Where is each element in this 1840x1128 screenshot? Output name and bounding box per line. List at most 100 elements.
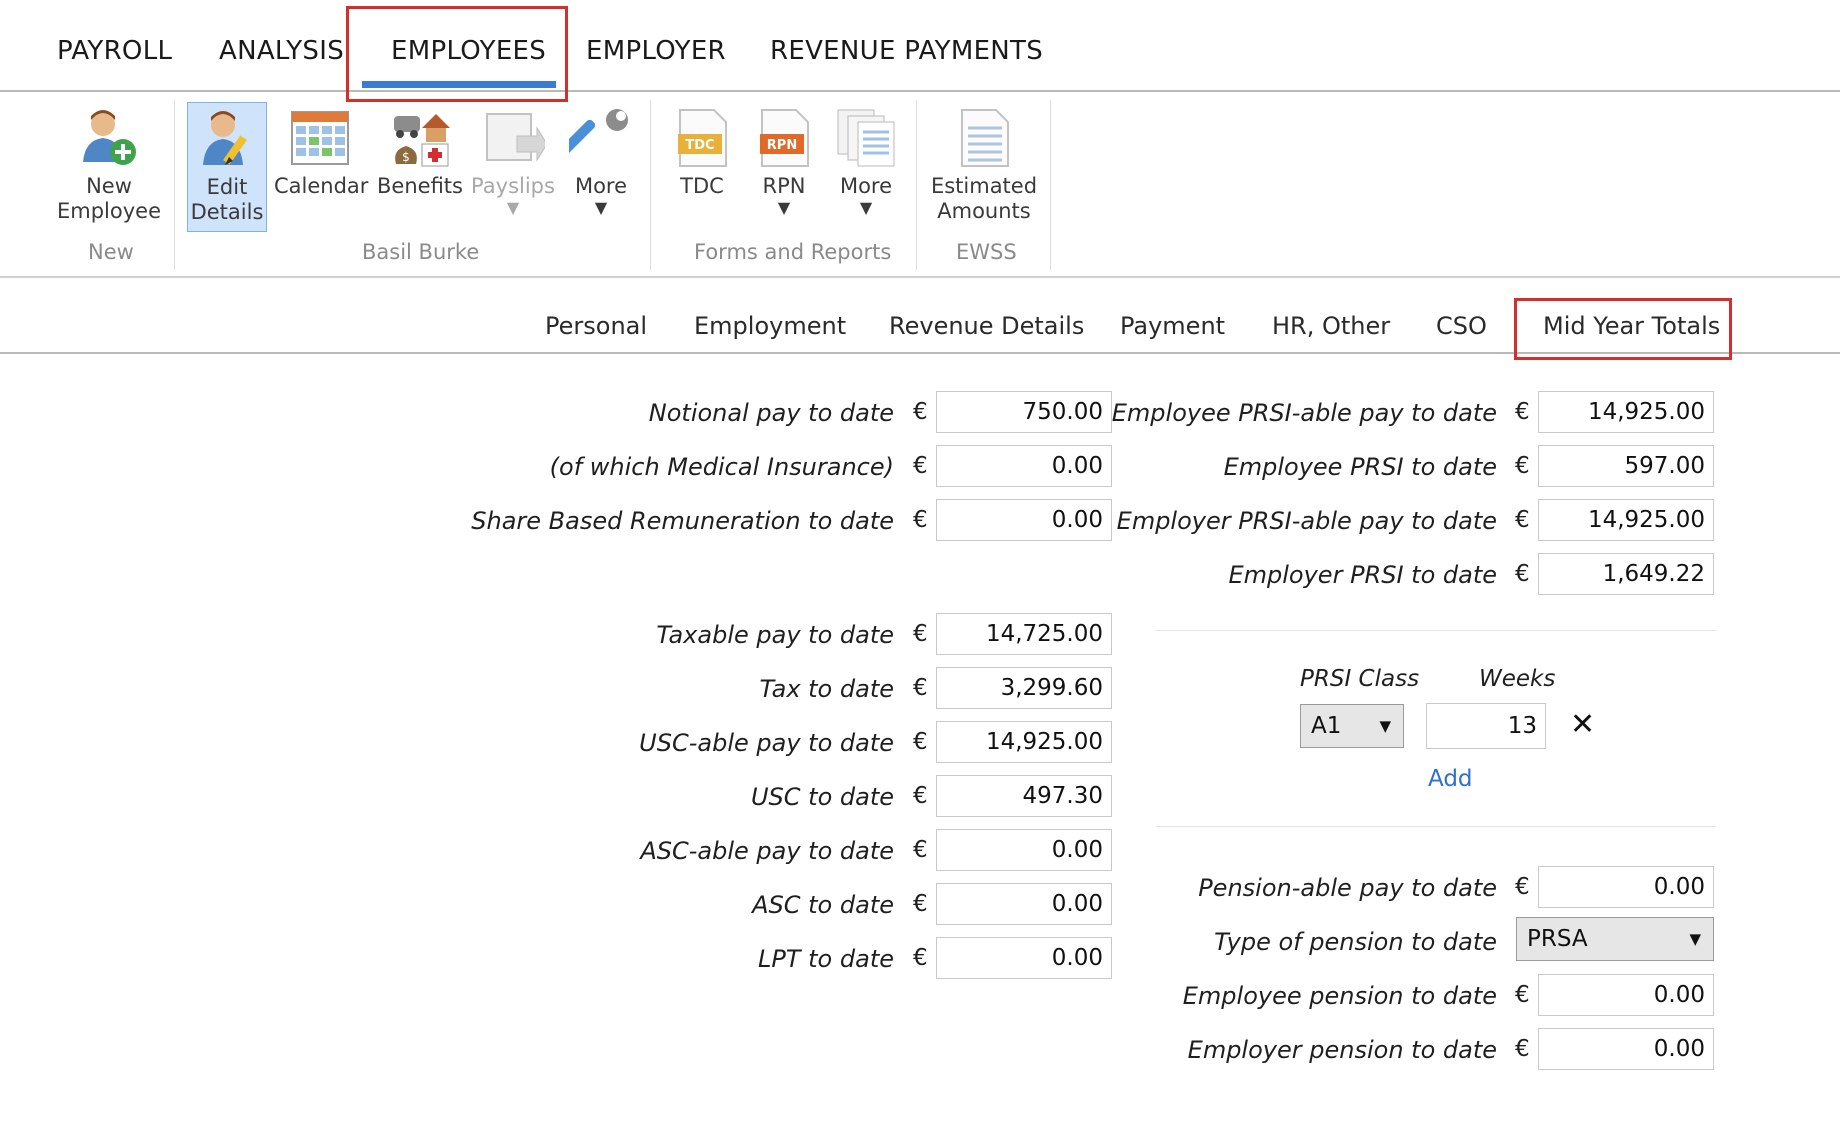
field-label: USC-able pay to date — [639, 729, 894, 757]
field-label: Tax to date — [759, 675, 894, 703]
euro-symbol: € — [1515, 561, 1530, 587]
add-prsi-class-link[interactable]: Add — [1428, 766, 1473, 792]
group-label-basil-burke: Basil Burke — [362, 240, 480, 264]
field-label: Employee PRSI-able pay to date — [1111, 399, 1497, 427]
euro-symbol: € — [1515, 982, 1530, 1008]
prsi-class-header: PRSI Class — [1300, 666, 1420, 692]
more-label-2: More — [839, 174, 893, 198]
payslips-button[interactable]: Payslips ▼ — [470, 106, 556, 217]
tab-cso[interactable]: CSO — [1436, 312, 1487, 340]
payslips-label: Payslips — [471, 174, 555, 198]
employer-pension-input[interactable]: 0.00 — [1538, 1028, 1714, 1070]
asc-able-pay-input[interactable]: 0.00 — [936, 829, 1112, 871]
svg-text:TDC: TDC — [685, 138, 714, 153]
notional-pay-input[interactable]: 750.00 — [936, 391, 1112, 433]
calendar-icon — [288, 106, 352, 170]
weeks-header: Weeks — [1479, 666, 1556, 692]
group-label-ewss: EWSS — [956, 240, 1017, 264]
field-label: Employer PRSI to date — [1228, 561, 1497, 589]
field-label: LPT to date — [758, 945, 894, 973]
tdc-button[interactable]: TDC TDC — [664, 106, 740, 199]
benefits-label: Benefits — [377, 174, 463, 198]
share-based-remuneration-input[interactable]: 0.00 — [936, 499, 1112, 541]
euro-symbol: € — [1515, 507, 1530, 533]
euro-symbol: € — [913, 453, 928, 479]
euro-symbol: € — [1515, 453, 1530, 479]
field-label: Employee PRSI to date — [1223, 453, 1497, 481]
taxable-pay-input[interactable]: 14,725.00 — [936, 613, 1112, 655]
active-tab-underline — [362, 81, 556, 88]
employer-prsi-able-pay-input[interactable]: 14,925.00 — [1538, 499, 1714, 541]
field-label: ASC to date — [752, 891, 894, 919]
calendar-label: Calendar — [274, 174, 369, 198]
edit-details-label-1: Edit — [206, 175, 248, 199]
employer-prsi-input[interactable]: 1,649.22 — [1538, 553, 1714, 595]
prsi-class-select[interactable]: A1 ▼ — [1300, 704, 1404, 748]
field-label: Taxable pay to date — [656, 621, 894, 649]
tab-personal[interactable]: Personal — [545, 312, 647, 340]
tab-analysis[interactable]: ANALYSIS — [219, 36, 344, 66]
svg-text:$: $ — [402, 150, 410, 164]
edit-details-button[interactable]: Edit Details — [187, 102, 267, 232]
estimate-document-icon — [952, 106, 1016, 170]
documents-icon — [834, 106, 898, 170]
payslip-icon — [481, 106, 548, 170]
group-separator — [1050, 100, 1051, 270]
employee-prsi-able-pay-input[interactable]: 14,925.00 — [1538, 391, 1714, 433]
tab-employer[interactable]: EMPLOYER — [586, 36, 726, 66]
edit-details-label-2: Details — [190, 200, 264, 224]
section-divider — [1156, 826, 1716, 827]
tab-payment[interactable]: Payment — [1120, 312, 1225, 340]
tab-employment[interactable]: Employment — [694, 312, 846, 340]
pension-type-select[interactable]: PRSA ▼ — [1516, 917, 1714, 961]
rpn-document-icon: RPN — [752, 106, 816, 170]
calendar-button[interactable]: Calendar — [274, 106, 369, 199]
top-tab-bar: PAYROLL ANALYSIS EMPLOYEES EMPLOYER REVE… — [0, 0, 1840, 92]
estimated-amounts-button[interactable]: Estimated Amounts — [928, 106, 1040, 224]
tab-employees[interactable]: EMPLOYEES — [391, 36, 546, 66]
euro-symbol: € — [1515, 874, 1530, 900]
employee-pension-input[interactable]: 0.00 — [1538, 974, 1714, 1016]
employee-prsi-input[interactable]: 597.00 — [1538, 445, 1714, 487]
field-label: Share Based Remuneration to date — [471, 507, 894, 535]
euro-symbol: € — [913, 783, 928, 809]
new-employee-label-2: Employee — [56, 199, 161, 223]
tax-to-date-input[interactable]: 3,299.60 — [936, 667, 1112, 709]
benefits-button[interactable]: $ Benefits — [374, 106, 466, 199]
benefits-icon: $ — [388, 106, 452, 170]
prsi-weeks-input[interactable]: 13 — [1426, 703, 1546, 749]
tab-revenue-payments[interactable]: REVENUE PAYMENTS — [770, 36, 1043, 66]
euro-symbol: € — [913, 399, 928, 425]
wrench-icon — [560, 106, 633, 170]
field-label: (of which Medical Insurance) — [549, 453, 894, 481]
pension-able-pay-input[interactable]: 0.00 — [1538, 866, 1714, 908]
usc-able-pay-input[interactable]: 14,925.00 — [936, 721, 1112, 763]
euro-symbol: € — [913, 837, 928, 863]
field-label: Employee pension to date — [1182, 982, 1497, 1010]
field-label: Employer pension to date — [1187, 1036, 1497, 1064]
medical-insurance-input[interactable]: 0.00 — [936, 445, 1112, 487]
euro-symbol: € — [1515, 399, 1530, 425]
field-label: USC to date — [750, 783, 894, 811]
more-employee-actions-button[interactable]: More ▼ — [560, 106, 642, 217]
usc-to-date-input[interactable]: 497.30 — [936, 775, 1112, 817]
add-person-icon — [77, 106, 141, 170]
euro-symbol: € — [1515, 1036, 1530, 1062]
tab-revenue-details[interactable]: Revenue Details — [889, 312, 1084, 340]
tab-payroll[interactable]: PAYROLL — [57, 36, 172, 66]
more-reports-dropdown-caret: ▼ — [859, 198, 873, 217]
remove-prsi-row-button[interactable]: ✕ — [1570, 707, 1595, 742]
euro-symbol: € — [913, 507, 928, 533]
euro-symbol: € — [913, 945, 928, 971]
rpn-button[interactable]: RPN RPN ▼ — [746, 106, 822, 217]
more-reports-button[interactable]: More ▼ — [826, 106, 906, 217]
tdc-label: TDC — [680, 174, 724, 198]
euro-symbol: € — [913, 729, 928, 755]
group-label-forms-and-reports: Forms and Reports — [694, 240, 892, 264]
asc-to-date-input[interactable]: 0.00 — [936, 883, 1112, 925]
tab-mid-year-totals[interactable]: Mid Year Totals — [1543, 312, 1720, 340]
new-employee-button[interactable]: New Employee — [52, 106, 166, 224]
field-label: Pension-able pay to date — [1198, 874, 1497, 902]
tab-hr-other[interactable]: HR, Other — [1272, 312, 1390, 340]
lpt-to-date-input[interactable]: 0.00 — [936, 937, 1112, 979]
